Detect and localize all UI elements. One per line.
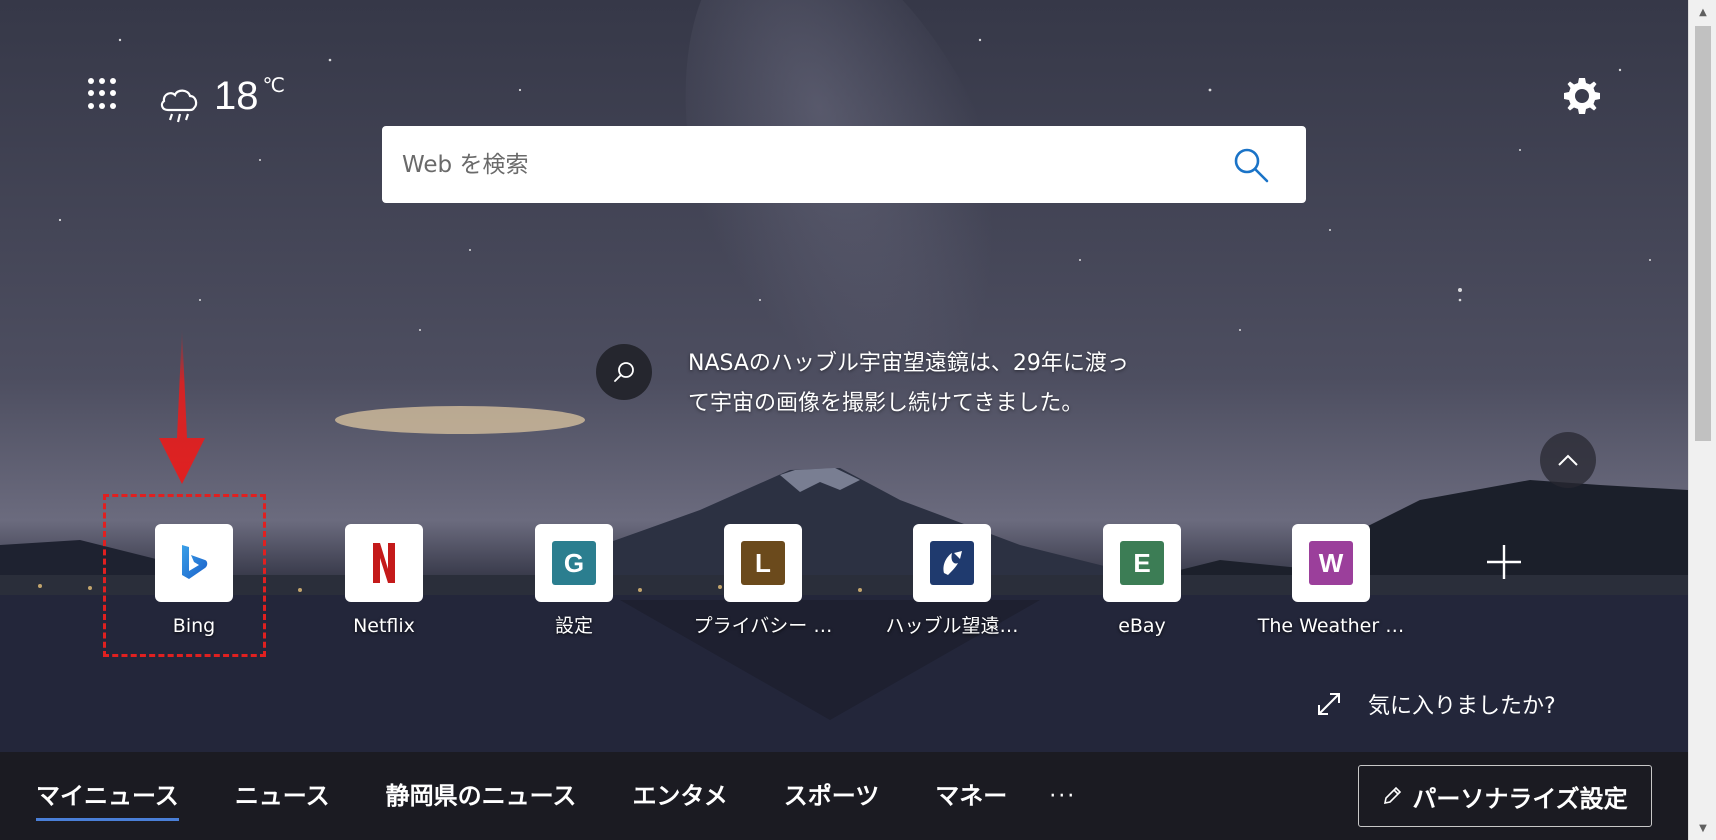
add-quick-link-button[interactable] — [1476, 534, 1532, 590]
quick-link-label: eBay — [1118, 615, 1166, 637]
waffle-grid-icon[interactable] — [88, 78, 120, 110]
news-tabs: マイニュース ニュース 静岡県のニュース エンタメ スポーツ マネー ··· — [36, 752, 1076, 840]
personalize-button[interactable]: パーソナライズ設定 — [1358, 765, 1652, 827]
plus-icon — [1487, 545, 1521, 579]
scroll-down-icon[interactable]: ▼ — [1689, 816, 1716, 840]
bottom-nav: マイニュース ニュース 静岡県のニュース エンタメ スポーツ マネー ··· パ… — [0, 752, 1688, 840]
quick-link-weather[interactable]: W The Weather … — [1258, 524, 1404, 638]
tab-my-news[interactable]: マイニュース — [36, 781, 179, 821]
collapse-button[interactable] — [1540, 432, 1596, 488]
quick-link-label: The Weather … — [1257, 615, 1405, 637]
temperature-unit: ℃ — [262, 73, 285, 97]
hubble-logo-icon — [930, 541, 974, 585]
gear-icon[interactable] — [1560, 74, 1604, 118]
quick-link-bing[interactable]: Bing — [126, 524, 262, 638]
personalize-label: パーソナライズ設定 — [1412, 784, 1628, 813]
expand-icon — [1318, 693, 1340, 715]
quick-link-letter: L — [741, 541, 785, 585]
tab-entertainment[interactable]: エンタメ — [632, 781, 727, 811]
quick-link-icon-box — [155, 524, 233, 602]
quick-link-ebay[interactable]: E eBay — [1074, 524, 1210, 638]
scroll-up-icon[interactable]: ▲ — [1689, 0, 1716, 24]
image-caption-text[interactable]: NASAのハッブル宇宙望遠鏡は、29年に渡って宇宙の画像を撮影し続けてきました。 — [688, 344, 1148, 424]
bing-logo-icon — [182, 545, 208, 579]
quick-link-letter: W — [1309, 541, 1353, 585]
quick-link-letter: G — [552, 541, 596, 585]
search-button[interactable] — [1230, 144, 1272, 186]
tab-money[interactable]: マネー — [935, 781, 1007, 811]
quick-link-netflix[interactable]: Netflix — [316, 524, 452, 638]
quick-link-icon-box — [345, 524, 423, 602]
netflix-logo-icon — [373, 543, 395, 583]
tab-shizuoka-news[interactable]: 静岡県のニュース — [386, 781, 577, 811]
quick-link-icon-box: L — [724, 524, 802, 602]
tab-sports[interactable]: スポーツ — [784, 781, 880, 811]
quick-link-label: Bing — [172, 615, 216, 637]
quick-link-icon-box — [913, 524, 991, 602]
search-input[interactable] — [402, 151, 1230, 178]
quick-link-icon-box: W — [1292, 524, 1370, 602]
quick-link-label: プライバシー … — [693, 615, 833, 637]
quick-link-icon-box: G — [535, 524, 613, 602]
cloud-rain-icon — [160, 89, 198, 123]
quick-link-label: Netflix — [353, 615, 415, 637]
search-icon — [614, 362, 634, 382]
chevron-up-icon — [1558, 454, 1578, 466]
quick-link-label: ハッブル望遠… — [885, 615, 1019, 637]
quick-link-icon-box: E — [1103, 524, 1181, 602]
vertical-scrollbar[interactable]: ▲ ▼ — [1688, 0, 1716, 840]
scrollbar-thumb[interactable] — [1695, 26, 1711, 441]
feedback-prompt[interactable]: 気に入りましたか? — [1316, 688, 1556, 720]
quick-link-hubble[interactable]: ハッブル望遠… — [884, 524, 1020, 638]
more-tabs-button[interactable]: ··· — [1049, 784, 1076, 809]
quick-link-letter: E — [1120, 541, 1164, 585]
tab-news[interactable]: ニュース — [235, 781, 330, 811]
image-search-button[interactable] — [596, 344, 652, 400]
quick-link-label: 設定 — [554, 615, 593, 637]
search-icon — [1234, 148, 1269, 182]
temperature: 18 — [214, 74, 259, 118]
weather-widget[interactable]: 18 ℃ — [158, 72, 285, 124]
feedback-text: 気に入りましたか? — [1368, 694, 1556, 719]
search-box[interactable] — [382, 126, 1306, 203]
annotation-arrow — [159, 328, 205, 484]
image-caption: NASAのハッブル宇宙望遠鏡は、29年に渡って宇宙の画像を撮影し続けてきました。 — [596, 344, 1148, 424]
quick-link-settings[interactable]: G 設定 — [506, 524, 642, 638]
quick-link-privacy[interactable]: L プライバシー … — [694, 524, 832, 638]
pencil-icon — [1384, 786, 1402, 805]
